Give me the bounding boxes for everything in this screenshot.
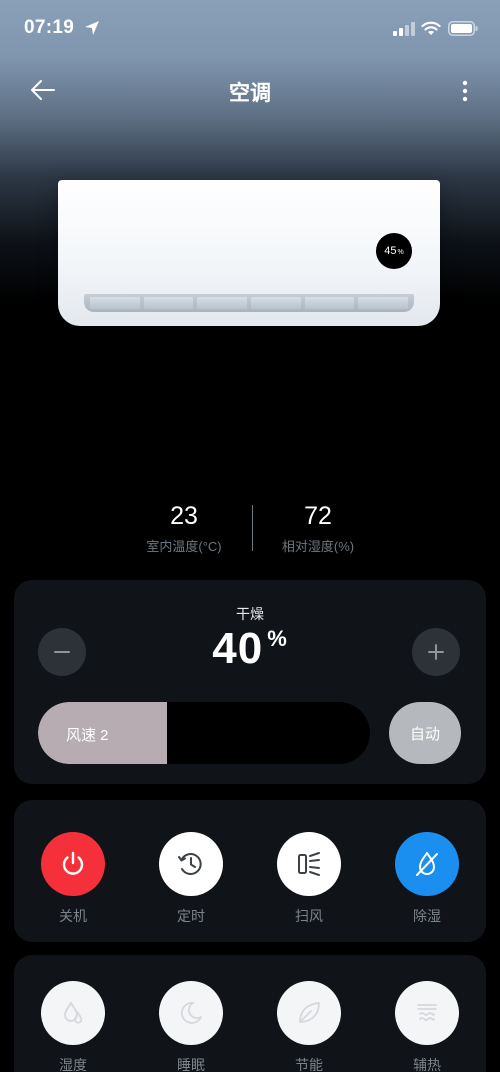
droplet-icon [64, 1001, 83, 1024]
energy-saving-button[interactable] [277, 981, 341, 1045]
swing-icon [298, 852, 320, 876]
power-icon [62, 851, 84, 875]
battery-icon [448, 21, 478, 36]
wifi-icon [421, 21, 441, 35]
auxiliary-heat-button[interactable] [395, 981, 459, 1045]
sleep-button[interactable] [159, 981, 223, 1045]
page-title: 空调 [229, 82, 271, 105]
target-humidity-unit: % [267, 626, 288, 651]
status-time: 07:19 [24, 17, 75, 38]
clock-icon [178, 853, 202, 875]
relative-humidity-value: 72 [304, 502, 332, 530]
power-label: 关机 [59, 908, 87, 924]
energy-saving-label: 节能 [295, 1057, 323, 1072]
decrease-button[interactable] [38, 628, 86, 676]
power-control[interactable]: 关机 [23, 832, 123, 926]
auto-fan-button[interactable]: 自动 [389, 702, 461, 764]
timer-label: 定时 [177, 908, 205, 924]
timer-button[interactable] [159, 832, 223, 896]
swing-control[interactable]: 扫风 [259, 832, 359, 926]
energy-saving-control[interactable]: 节能 [259, 981, 359, 1072]
auxiliary-heat-label: 辅热 [413, 1057, 441, 1072]
ac-badge-unit: % [397, 248, 404, 256]
more-options-icon[interactable] [454, 78, 476, 104]
humidity-label: 湿度 [59, 1057, 87, 1072]
swing-button[interactable] [277, 832, 341, 896]
leaf-icon [299, 1002, 320, 1023]
controls-card: 关机 定时 扫风 除湿 [14, 800, 486, 942]
location-arrow-icon [85, 21, 99, 35]
fan-speed-label: 风速 2 [66, 727, 109, 744]
relative-humidity-reading: 72 相对湿度(%) [238, 500, 398, 555]
auxiliary-heat-control[interactable]: 辅热 [377, 981, 477, 1072]
dehumidify-button[interactable] [395, 832, 459, 896]
dehumidify-icon [416, 852, 438, 876]
cellular-signal-icon [393, 22, 415, 36]
mode-label: 干燥 [236, 606, 264, 622]
ac-vent [84, 294, 414, 312]
mode-card: 干燥 40% 风速 2 自动 [14, 580, 486, 784]
relative-humidity-label: 相对湿度(%) [281, 539, 355, 554]
dehumidify-control[interactable]: 除湿 [377, 832, 477, 926]
air-conditioner-illustration: 45% [58, 180, 440, 326]
ac-badge-value: 45 [384, 245, 397, 257]
humidity-control[interactable]: 湿度 [23, 981, 123, 1072]
timer-control[interactable]: 定时 [141, 832, 241, 926]
plus-icon [428, 644, 444, 660]
increase-button[interactable] [412, 628, 460, 676]
dehumidify-label: 除湿 [413, 908, 441, 924]
power-button[interactable] [41, 832, 105, 896]
heat-icon [417, 1004, 437, 1021]
moon-icon [181, 1002, 202, 1024]
minus-icon [54, 651, 70, 653]
status-bar: 07:19 [0, 0, 500, 60]
humidity-button[interactable] [41, 981, 105, 1045]
sleep-label: 睡眠 [177, 1057, 205, 1072]
ac-humidity-badge: 45% [376, 233, 412, 269]
swing-label: 扫风 [295, 908, 323, 924]
sleep-control[interactable]: 睡眠 [141, 981, 241, 1072]
extras-card: 湿度 睡眠 节能 辅热 [14, 955, 486, 1072]
target-humidity-value: 40 [212, 624, 264, 673]
fan-speed-slider[interactable]: 风速 2 [38, 702, 370, 764]
